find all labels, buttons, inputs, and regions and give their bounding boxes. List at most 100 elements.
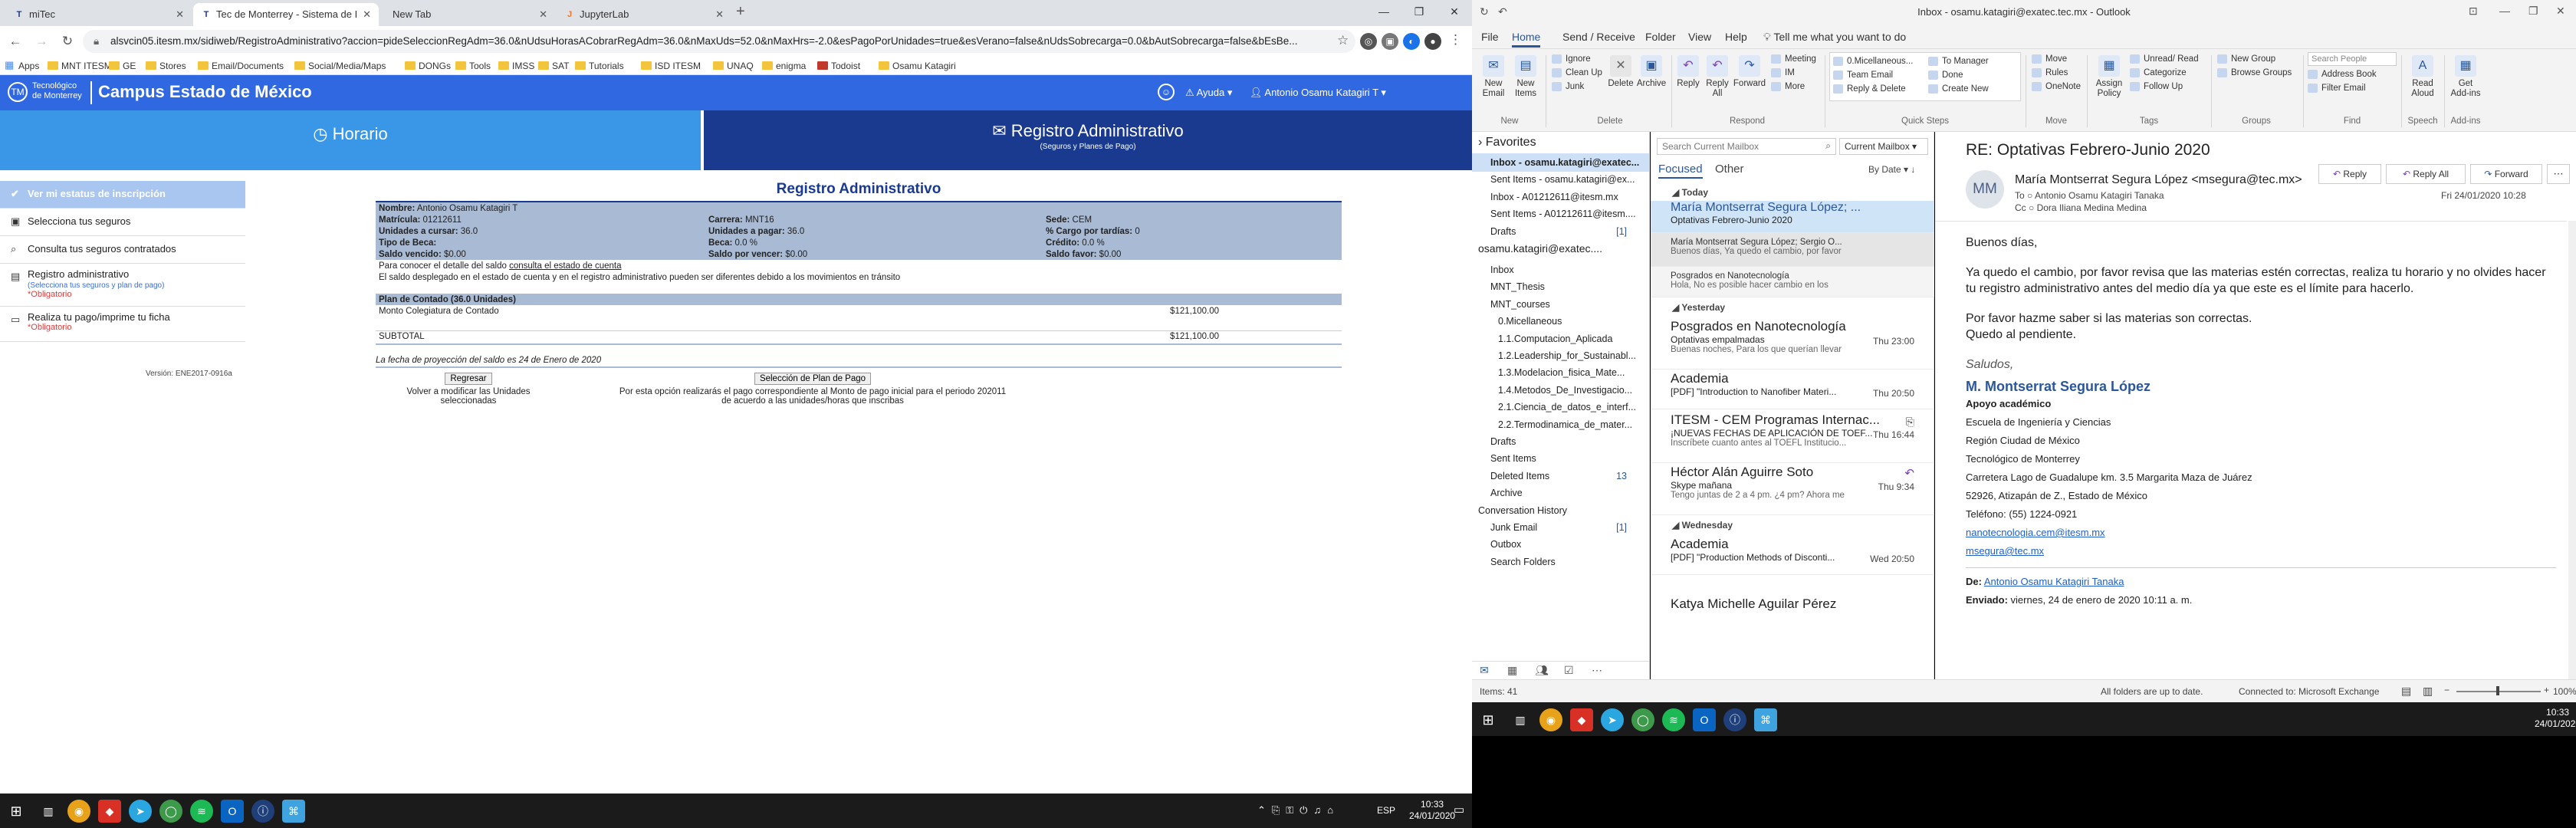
assign-policy-button[interactable]: ▦ Assign Policy <box>2091 55 2127 99</box>
new-tab-button[interactable]: + <box>736 3 745 21</box>
folder-item[interactable]: Sent Items - A01212611@itesm.... <box>1472 205 1650 223</box>
folder-item[interactable]: Sent Items - osamu.katagiri@ex... <box>1472 170 1650 189</box>
onenote-button[interactable]: OneNote <box>2032 80 2081 94</box>
regresar-button[interactable]: Regresar <box>445 373 492 385</box>
more-button[interactable]: More <box>1771 80 1805 94</box>
notifications-icon[interactable]: ▭ <box>1454 803 1464 816</box>
message-item[interactable]: Posgrados en Nanotecnología Optativas em… <box>1651 319 1934 370</box>
folder-item[interactable]: Drafts <box>1472 432 1650 451</box>
bookmark-folder[interactable]: MNT ITESM <box>46 59 112 73</box>
message-item[interactable]: Posgrados en Nanotecnología Hola, No es … <box>1651 267 1934 297</box>
close-tab-icon[interactable]: ✕ <box>539 3 547 26</box>
extension-icon[interactable]: ◎ <box>1360 33 1377 50</box>
folder-item[interactable]: Drafts [1] <box>1472 222 1650 241</box>
tab-tec-sistema[interactable]: T Tec de Monterrey - Sistema de I ✕ <box>193 3 379 26</box>
reply-button[interactable]: ↶ Reply <box>1674 55 1702 89</box>
app-taskbar-icon[interactable]: ◯ <box>159 800 182 823</box>
tab-help[interactable]: Help <box>1725 31 1747 43</box>
tab-focused[interactable]: Focused <box>1658 163 1703 179</box>
app-taskbar-icon[interactable]: ⓘ <box>251 800 274 823</box>
spotify-icon[interactable]: ≋ <box>190 800 213 823</box>
group-header-wednesday[interactable]: ◢ Wednesday <box>1651 517 1934 534</box>
telegram-icon[interactable]: ➤ <box>129 800 152 823</box>
folder-item[interactable]: Conversation History <box>1472 501 1650 520</box>
minimize-icon[interactable]: — <box>1366 0 1401 23</box>
signature-email-link[interactable]: nanotecnologia.cem@itesm.mx <box>1966 524 2556 542</box>
favorites-header[interactable]: › Favorites <box>1472 133 1650 152</box>
rules-button[interactable]: Rules <box>2032 66 2068 80</box>
folder-item[interactable]: MNT_courses <box>1472 295 1650 314</box>
folder-item[interactable]: 1.2.Leadership_for_Sustainabl... <box>1472 347 1650 365</box>
folder-item[interactable]: 0.Micellaneous <box>1472 312 1650 330</box>
unread-read-button[interactable]: Unread/ Read <box>2130 52 2199 66</box>
address-bar[interactable]: 🔒︎ alsvcin05.itesm.mx/sidiweb/RegistroAd… <box>83 30 1355 53</box>
profile-avatar[interactable]: ● <box>1424 33 1441 50</box>
task-view-icon[interactable]: ▥ <box>37 800 60 823</box>
tab-mitec[interactable]: T miTec ✕ <box>6 3 192 26</box>
user-menu[interactable]: 👤︎ Antonio Osamu Katagiri T ▾ <box>1250 87 1386 99</box>
app-taskbar-icon[interactable]: ⌘ <box>1754 708 1777 731</box>
clean-up-button[interactable]: Clean Up <box>1552 66 1602 80</box>
folder-item[interactable]: Inbox <box>1472 261 1650 279</box>
address-book-button[interactable]: Address Book <box>2308 67 2377 81</box>
tab-registro[interactable]: ✉︎ Registro Administrativo (Seguros y Pl… <box>704 110 1472 170</box>
quick-step[interactable]: Create New <box>1928 82 1989 96</box>
group-header-today[interactable]: ◢ Today <box>1651 184 1934 201</box>
sidebar-item-estatus[interactable]: ✔ Ver mi estatus de inscripción <box>0 181 245 209</box>
message-item[interactable]: Academia [PDF] "Introduction to Nanofibe… <box>1651 371 1934 409</box>
forward-button[interactable]: ↷ Forward <box>1733 55 1766 89</box>
minimize-icon[interactable]: — <box>2499 5 2510 17</box>
quick-step[interactable]: Reply & Delete <box>1833 82 1906 96</box>
reading-scrollbar[interactable] <box>2568 221 2576 679</box>
windows-start-icon[interactable]: ⊞ <box>1477 708 1500 731</box>
bookmark-folder[interactable]: ISD ITESM <box>639 59 701 73</box>
reply-button[interactable]: ↶ Reply <box>2318 164 2381 184</box>
close-tab-icon[interactable]: ✕ <box>363 3 371 26</box>
message-item[interactable]: Héctor Alán Aguirre Soto Skype mañana Te… <box>1651 465 1934 515</box>
quick-step[interactable]: Team Email <box>1833 68 1893 82</box>
browse-groups-button[interactable]: Browse Groups <box>2217 66 2292 80</box>
archive-button[interactable]: ▣ Archive <box>1636 55 1667 89</box>
bookmark-folder[interactable]: DONGs <box>403 59 451 73</box>
new-email-button[interactable]: ✉ New Email <box>1478 55 1509 99</box>
get-addins-button[interactable]: ▦ Get Add-ins <box>2449 55 2482 99</box>
ribbon-display-icon[interactable]: ⊡ <box>2469 5 2478 18</box>
extension-icon[interactable]: ▣ <box>1382 33 1398 50</box>
folder-item[interactable]: Search Folders <box>1472 553 1650 571</box>
filter-email-button[interactable]: Filter Email <box>2308 81 2366 95</box>
app-taskbar-icon[interactable]: ◯ <box>1631 708 1654 731</box>
search-people-input[interactable]: Search People <box>2308 52 2397 66</box>
bookmark-folder[interactable]: enigma <box>761 59 806 73</box>
clock[interactable]: 10:33 24/01/2020 <box>1409 799 1455 822</box>
clock[interactable]: 10:33 24/01/2020 <box>2535 707 2576 730</box>
message-item[interactable]: María Montserrat Segura López; Sergio O.… <box>1651 233 1934 267</box>
new-items-button[interactable]: ▤ New Items <box>1510 55 1541 99</box>
folder-item[interactable]: 1.3.Modelacion_fisica_Mate... <box>1472 363 1650 382</box>
bookmark-folder[interactable]: SAT <box>537 59 569 73</box>
more-apps-icon[interactable]: ⋯ <box>1592 664 1602 677</box>
task-view-icon[interactable]: ▥ <box>1509 708 1532 731</box>
bookmark-folder[interactable]: IMSS <box>497 59 534 73</box>
app-taskbar-icon[interactable]: ◆ <box>98 800 121 823</box>
bookmark-folder[interactable]: GE <box>107 59 136 73</box>
sidebar-item-pago[interactable]: ▭ Realiza tu pago/imprime tu ficha *Obli… <box>0 307 245 342</box>
normal-view-icon[interactable]: ▤ <box>2401 685 2411 698</box>
bookmark-folder[interactable]: Osamu Katagiri <box>877 59 956 73</box>
bookmark-todoist[interactable]: Todoist <box>816 59 860 73</box>
back-icon[interactable]: ← <box>5 31 26 52</box>
bookmark-folder[interactable]: Email/Documents <box>196 59 284 73</box>
tab-other[interactable]: Other <box>1715 163 1744 176</box>
tasks-icon[interactable]: ☑ <box>1564 664 1574 677</box>
tab-file[interactable]: File <box>1481 31 1499 43</box>
signature-email-link[interactable]: msegura@tec.mx <box>1966 542 2556 560</box>
bookmark-folder[interactable]: Tutorials <box>573 59 624 73</box>
delete-button[interactable]: ✕ Delete <box>1607 55 1635 89</box>
message-item[interactable]: Academia [PDF] "Production Methods of Di… <box>1651 537 1934 575</box>
app-taskbar-icon[interactable]: ⌘ <box>282 800 305 823</box>
chrome-menu-icon[interactable]: ⋮ <box>1449 32 1462 48</box>
chrome-taskbar-icon[interactable]: ◉ <box>67 800 90 823</box>
bookmark-folder[interactable]: Social/Media/Maps <box>293 59 386 73</box>
search-mailbox-input[interactable]: Search Current Mailbox ⌕ <box>1657 138 1836 155</box>
chrome-taskbar-icon[interactable]: ◉ <box>1539 708 1562 731</box>
folder-item[interactable]: Junk Email [1] <box>1472 518 1650 537</box>
